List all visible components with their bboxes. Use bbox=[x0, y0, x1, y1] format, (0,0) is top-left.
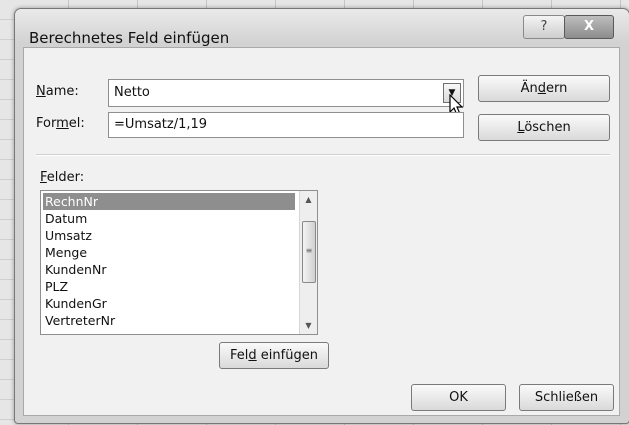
dialog-title: Berechnetes Feld einfügen bbox=[29, 29, 230, 47]
scroll-up-icon[interactable]: ▲ bbox=[300, 191, 317, 208]
list-item-menge[interactable]: Menge bbox=[43, 244, 295, 261]
formula-value: =Umsatz/1,19 bbox=[114, 117, 208, 132]
change-button[interactable]: Ändern bbox=[478, 75, 610, 102]
fields-label: Felder: bbox=[40, 170, 85, 185]
close-button[interactable]: Schließen bbox=[519, 384, 614, 411]
formula-label: Formel: bbox=[36, 116, 85, 131]
close-icon: X bbox=[583, 19, 595, 34]
help-button[interactable]: ? bbox=[523, 15, 565, 39]
name-value: Netto bbox=[114, 85, 150, 100]
insert-field-button[interactable]: Feld einfügen bbox=[219, 342, 329, 369]
formula-input[interactable]: =Umsatz/1,19 bbox=[108, 112, 464, 138]
list-scrollbar[interactable]: ▲ ≡ ▼ bbox=[299, 191, 317, 334]
scroll-thumb[interactable]: ≡ bbox=[302, 221, 316, 283]
list-item-kundengr[interactable]: KundenGr bbox=[43, 295, 295, 312]
scroll-down-icon[interactable]: ▼ bbox=[300, 317, 317, 334]
help-icon: ? bbox=[540, 19, 548, 34]
list-item-rechnnr[interactable]: RechnNr bbox=[43, 193, 295, 210]
dialog-client-area: Name: Netto ▼ Formel: =Umsatz/1,19 Änder… bbox=[23, 47, 620, 416]
close-window-button[interactable]: X bbox=[564, 15, 614, 39]
list-item-plz[interactable]: PLZ bbox=[43, 278, 295, 295]
insert-calculated-field-dialog: Berechnetes Feld einfügen ? X Name: Nett… bbox=[14, 8, 629, 424]
separator bbox=[36, 154, 610, 156]
list-item-kundennr[interactable]: KundenNr bbox=[43, 261, 295, 278]
delete-button[interactable]: Löschen bbox=[478, 114, 610, 141]
ok-button[interactable]: OK bbox=[411, 384, 506, 411]
list-item-vertreternr[interactable]: VertreterNr bbox=[43, 312, 295, 329]
fields-listbox[interactable]: RechnNr Datum Umsatz Menge KundenNr PLZ … bbox=[40, 190, 318, 335]
list-item-datum[interactable]: Datum bbox=[43, 210, 295, 227]
name-label: Name: bbox=[36, 84, 79, 99]
list-item-umsatz[interactable]: Umsatz bbox=[43, 227, 295, 244]
name-combobox[interactable]: Netto ▼ bbox=[108, 79, 464, 107]
